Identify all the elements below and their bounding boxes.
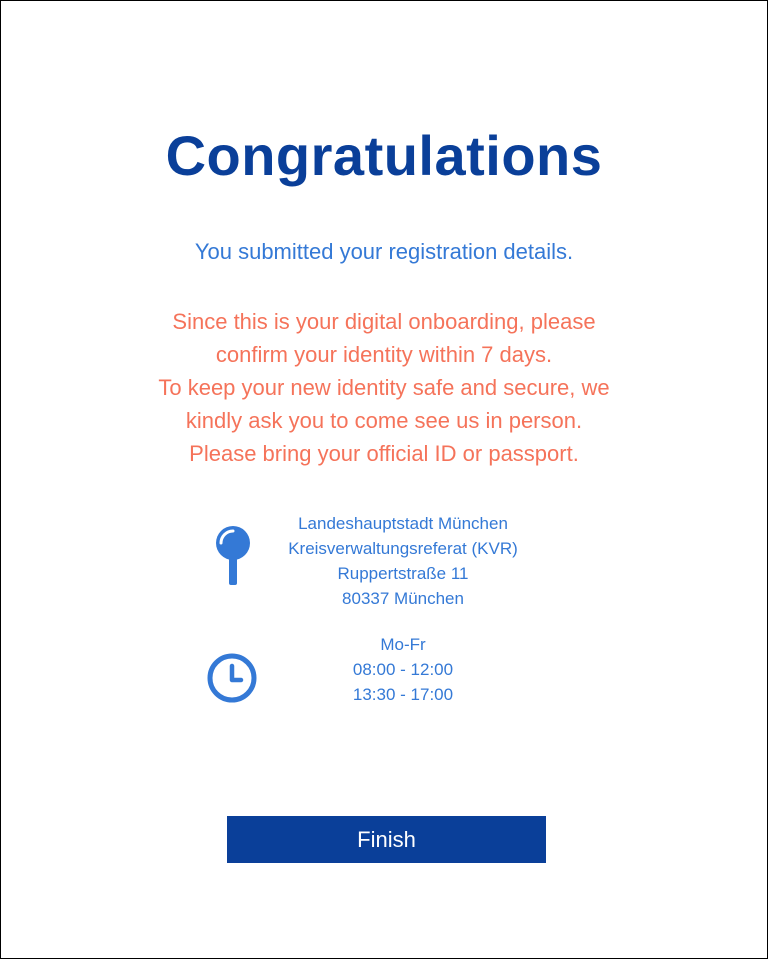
onboarding-complete-screen: Congratulations You submitted your regis… <box>0 0 768 959</box>
instruction-line: confirm your identity within 7 days. <box>215 342 553 367</box>
finish-button[interactable]: Finish <box>227 816 546 863</box>
identity-verification-instructions: Since this is your digital onboarding, p… <box>101 305 667 470</box>
instruction-line: Since this is your digital onboarding, p… <box>172 309 596 334</box>
address-line: Kreisverwaltungsreferat (KVR) <box>288 539 518 558</box>
hours-line: 13:30 - 17:00 <box>352 685 454 704</box>
submission-confirmation-text: You submitted your registration details. <box>194 239 574 264</box>
address-line: Landeshauptstadt München <box>298 514 508 533</box>
page-title: Congratulations <box>165 124 603 187</box>
instruction-line: To keep your new identity safe and secur… <box>158 375 610 400</box>
instruction-line: Please bring your official ID or passpor… <box>189 441 579 466</box>
opening-hours: Mo-Fr 08:00 - 12:00 13:30 - 17:00 <box>241 632 565 707</box>
address-line: Ruppertstraße 11 <box>337 564 469 583</box>
address-line: 80337 München <box>342 589 464 608</box>
hours-line: 08:00 - 12:00 <box>352 660 454 679</box>
instruction-line: kindly ask you to come see us in person. <box>185 408 583 433</box>
office-address: Landeshauptstadt München Kreisverwaltung… <box>241 511 565 611</box>
hours-line: Mo-Fr <box>380 635 426 654</box>
